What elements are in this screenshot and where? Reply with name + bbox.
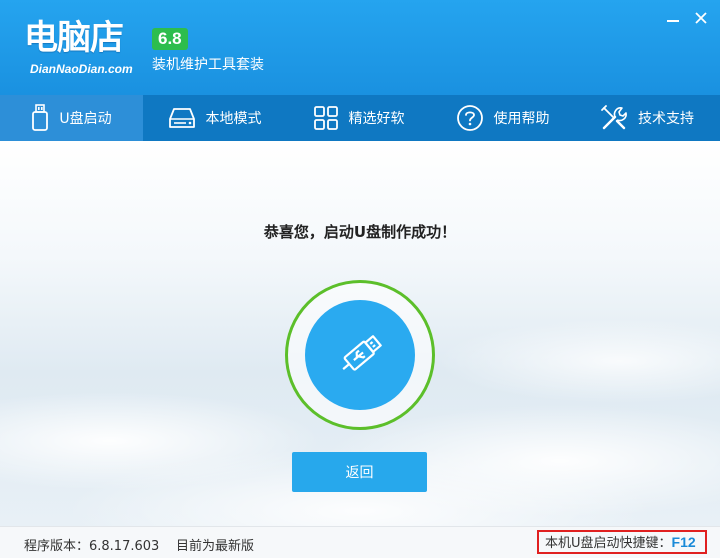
app-tagline: 装机维护工具套装 bbox=[152, 57, 264, 73]
nav-tab-featured-software[interactable]: 精选好软 bbox=[286, 95, 431, 141]
nav-tab-label: 技术支持 bbox=[638, 111, 694, 127]
minimize-icon bbox=[667, 20, 679, 22]
nav-tab-usb-boot[interactable]: U盘启动 bbox=[0, 95, 143, 141]
status-bar: 程序版本：6.8.17.603 目前为最新版 本机U盘启动快捷键：F12 bbox=[0, 526, 720, 558]
hard-drive-icon bbox=[168, 108, 195, 128]
title-bar: 电脑店 DianNaoDian.com 6.8 装机维护工具套装 bbox=[0, 0, 720, 95]
usb-status-ring bbox=[285, 280, 435, 430]
nav-tab-label: 本地模式 bbox=[205, 111, 262, 127]
nav-tab-help[interactable]: 使用帮助 bbox=[431, 95, 574, 141]
nav-tab-label: 精选好软 bbox=[348, 111, 405, 127]
app-grid-icon bbox=[313, 106, 338, 130]
app-logo: 电脑店 bbox=[24, 18, 124, 58]
boot-hotkey-box: 本机U盘启动快捷键：F12 bbox=[537, 530, 707, 554]
nav-tab-label: 使用帮助 bbox=[493, 111, 550, 127]
program-version: 程序版本：6.8.17.603 bbox=[24, 539, 160, 554]
back-button[interactable]: 返回 bbox=[292, 452, 427, 492]
version-badge: 6.8 bbox=[152, 28, 188, 50]
usb-status-badge bbox=[305, 300, 415, 410]
nav-tab-local-mode[interactable]: 本地模式 bbox=[143, 95, 286, 141]
tools-icon bbox=[601, 105, 627, 130]
close-button[interactable] bbox=[691, 8, 711, 28]
main-nav: U盘启动 本地模式 精选好软 使用帮助 技术支持 bbox=[0, 95, 720, 141]
success-message: 恭喜您，启动U盘制作成功！ bbox=[263, 223, 457, 241]
nav-tab-tech-support[interactable]: 技术支持 bbox=[574, 95, 720, 141]
usb-drive-icon bbox=[32, 104, 49, 131]
help-circle-icon bbox=[456, 105, 483, 131]
update-status: 目前为最新版 bbox=[176, 539, 255, 554]
boot-hotkey-value: F12 bbox=[671, 534, 696, 550]
usb-plug-icon bbox=[342, 335, 382, 371]
nav-tab-label: U盘启动 bbox=[59, 111, 112, 127]
minimize-button[interactable] bbox=[663, 8, 683, 28]
main-content: 恭喜您，启动U盘制作成功！ 返回 bbox=[0, 141, 720, 526]
logo-domain: DianNaoDian.com bbox=[30, 62, 133, 76]
close-icon bbox=[695, 12, 707, 24]
boot-hotkey-label: 本机U盘启动快捷键： bbox=[545, 536, 672, 551]
